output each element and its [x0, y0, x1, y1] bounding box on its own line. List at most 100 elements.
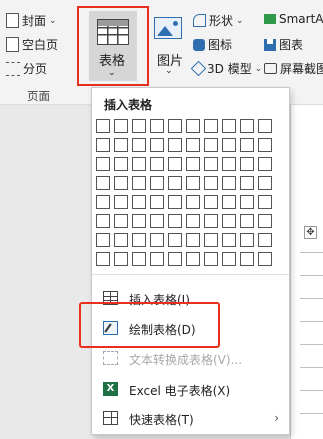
grid-cell[interactable]: [258, 138, 272, 152]
grid-cell[interactable]: [168, 195, 182, 209]
grid-cell[interactable]: [204, 252, 218, 266]
grid-cell[interactable]: [96, 157, 110, 171]
grid-cell[interactable]: [168, 119, 182, 133]
menu-item-quick-tables[interactable]: 快速表格(T) ›: [92, 405, 289, 431]
cover-page-button[interactable]: 封面 ⌄: [6, 12, 57, 29]
grid-cell[interactable]: [96, 214, 110, 228]
grid-cell[interactable]: [222, 138, 236, 152]
grid-cell[interactable]: [186, 252, 200, 266]
menu-header: 插入表格: [104, 98, 153, 112]
grid-cell[interactable]: [114, 233, 128, 247]
grid-cell[interactable]: [150, 252, 164, 266]
grid-cell[interactable]: [258, 233, 272, 247]
grid-cell[interactable]: [258, 252, 272, 266]
grid-cell[interactable]: [204, 233, 218, 247]
screenshot-button[interactable]: 屏幕截图: [264, 60, 323, 77]
table-move-handle-icon[interactable]: ✥: [304, 226, 317, 239]
grid-cell[interactable]: [186, 233, 200, 247]
grid-cell[interactable]: [222, 214, 236, 228]
grid-cell[interactable]: [186, 195, 200, 209]
grid-cell[interactable]: [168, 252, 182, 266]
grid-cell[interactable]: [240, 233, 254, 247]
chevron-down-icon: ⌄: [108, 68, 116, 78]
grid-cell[interactable]: [222, 119, 236, 133]
grid-cell[interactable]: [186, 176, 200, 190]
menu-item-excel-spreadsheet[interactable]: X Excel 电子表格(X): [92, 376, 289, 402]
grid-cell[interactable]: [114, 138, 128, 152]
grid-cell[interactable]: [114, 195, 128, 209]
table-size-grid[interactable]: [96, 119, 272, 266]
grid-cell[interactable]: [168, 233, 182, 247]
grid-cell[interactable]: [114, 176, 128, 190]
grid-cell[interactable]: [150, 119, 164, 133]
grid-cell[interactable]: [150, 138, 164, 152]
grid-cell[interactable]: [240, 176, 254, 190]
grid-cell[interactable]: [240, 252, 254, 266]
grid-cell[interactable]: [150, 157, 164, 171]
page-break-button[interactable]: 分页: [6, 60, 47, 77]
shapes-button[interactable]: 形状 ⌄: [193, 12, 244, 29]
picture-button[interactable]: 图片 ⌄: [151, 8, 189, 82]
grid-cell[interactable]: [240, 157, 254, 171]
grid-cell[interactable]: [96, 195, 110, 209]
grid-cell[interactable]: [222, 233, 236, 247]
grid-cell[interactable]: [186, 157, 200, 171]
grid-cell[interactable]: [258, 214, 272, 228]
grid-cell[interactable]: [132, 214, 146, 228]
grid-cell[interactable]: [186, 119, 200, 133]
existing-table[interactable]: [300, 230, 323, 430]
grid-cell[interactable]: [204, 214, 218, 228]
grid-cell[interactable]: [114, 252, 128, 266]
grid-cell[interactable]: [132, 252, 146, 266]
grid-cell[interactable]: [204, 176, 218, 190]
grid-cell[interactable]: [204, 157, 218, 171]
grid-cell[interactable]: [150, 195, 164, 209]
grid-cell[interactable]: [132, 119, 146, 133]
grid-cell[interactable]: [258, 157, 272, 171]
grid-cell[interactable]: [240, 119, 254, 133]
grid-cell[interactable]: [168, 176, 182, 190]
grid-cell[interactable]: [150, 176, 164, 190]
smartart-button[interactable]: SmartA: [264, 12, 323, 26]
grid-cell[interactable]: [150, 233, 164, 247]
grid-cell[interactable]: [150, 214, 164, 228]
shapes-label: 形状: [209, 14, 234, 28]
grid-cell[interactable]: [222, 252, 236, 266]
grid-cell[interactable]: [204, 195, 218, 209]
grid-cell[interactable]: [114, 119, 128, 133]
grid-cell[interactable]: [222, 176, 236, 190]
grid-cell[interactable]: [258, 195, 272, 209]
grid-cell[interactable]: [132, 138, 146, 152]
chart-button[interactable]: 图表: [264, 36, 303, 53]
grid-cell[interactable]: [258, 176, 272, 190]
grid-cell[interactable]: [240, 195, 254, 209]
grid-cell[interactable]: [258, 119, 272, 133]
blank-page-button[interactable]: 空白页: [6, 36, 58, 53]
grid-cell[interactable]: [186, 214, 200, 228]
3d-model-button[interactable]: 3D 模型 ⌄: [190, 60, 262, 77]
grid-cell[interactable]: [96, 138, 110, 152]
grid-cell[interactable]: [114, 214, 128, 228]
grid-cell[interactable]: [132, 195, 146, 209]
grid-cell[interactable]: [204, 138, 218, 152]
grid-cell[interactable]: [168, 138, 182, 152]
grid-cell[interactable]: [132, 176, 146, 190]
grid-cell[interactable]: [96, 119, 110, 133]
grid-cell[interactable]: [240, 214, 254, 228]
grid-cell[interactable]: [222, 195, 236, 209]
grid-cell[interactable]: [114, 157, 128, 171]
grid-cell[interactable]: [222, 157, 236, 171]
table-button[interactable]: 表格 ⌄: [77, 6, 149, 86]
grid-cell[interactable]: [204, 119, 218, 133]
grid-cell[interactable]: [132, 233, 146, 247]
chevron-down-icon: ⌄: [165, 66, 173, 76]
grid-cell[interactable]: [96, 176, 110, 190]
grid-cell[interactable]: [168, 157, 182, 171]
grid-cell[interactable]: [96, 252, 110, 266]
grid-cell[interactable]: [186, 138, 200, 152]
icons-button[interactable]: 图标: [193, 36, 232, 53]
grid-cell[interactable]: [240, 138, 254, 152]
grid-cell[interactable]: [132, 157, 146, 171]
grid-cell[interactable]: [96, 233, 110, 247]
grid-cell[interactable]: [168, 214, 182, 228]
